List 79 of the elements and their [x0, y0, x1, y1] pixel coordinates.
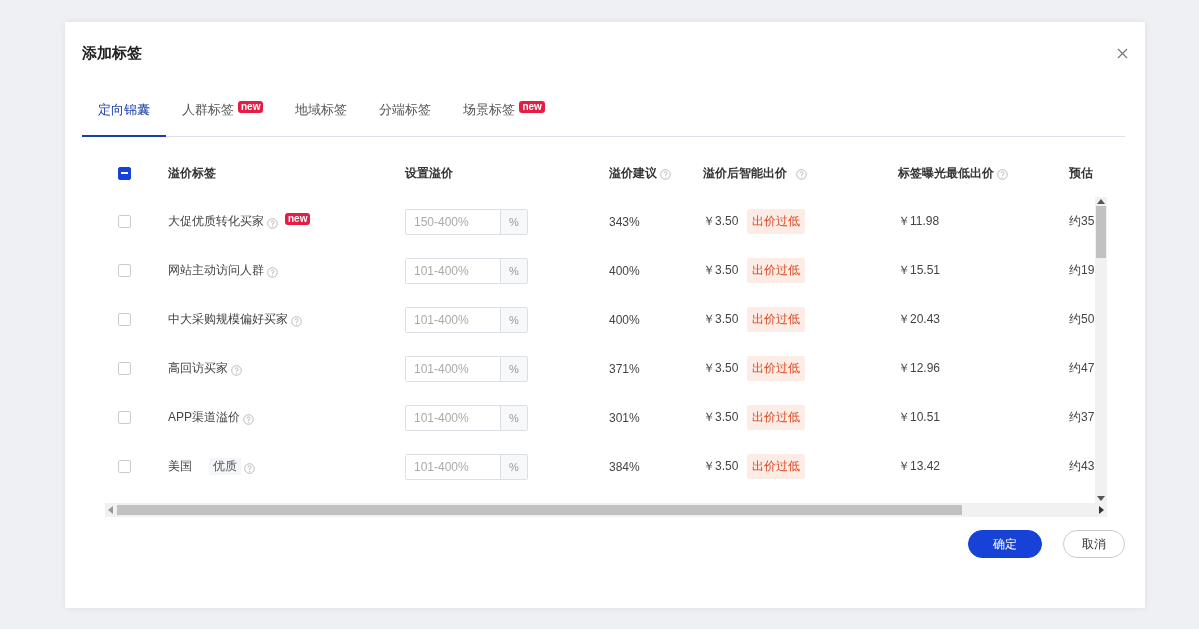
row-checkbox[interactable]: [118, 264, 131, 277]
row-checkbox[interactable]: [118, 362, 131, 375]
smart-bid-value: ￥3.50: [703, 262, 739, 279]
scrollbar-thumb[interactable]: [117, 505, 962, 515]
scroll-up-arrow-icon[interactable]: [1097, 199, 1105, 204]
scroll-left-arrow-icon[interactable]: [108, 506, 113, 514]
select-all-checkbox[interactable]: [118, 166, 131, 180]
smart-bid-value: ￥3.50: [703, 213, 739, 230]
help-icon[interactable]: [997, 169, 1008, 180]
status-tag: 出价过低: [747, 405, 806, 430]
help-icon[interactable]: [244, 462, 255, 474]
tag-name: 高回访买家: [168, 360, 228, 377]
suggestion-value: 400%: [609, 312, 640, 327]
help-icon[interactable]: [243, 413, 254, 425]
smart-bid-value: ￥3.50: [703, 409, 739, 426]
vertical-scrollbar[interactable]: [1095, 197, 1107, 503]
estimate-value: 约43: [1069, 458, 1095, 475]
help-icon[interactable]: [231, 364, 242, 376]
tab[interactable]: 场景标签 new: [447, 84, 561, 137]
tab[interactable]: 人群标签 new: [166, 84, 280, 137]
tag-name: 网站主动访问人群: [168, 262, 264, 279]
estimate-value: 约35: [1069, 213, 1095, 230]
estimate-value: 约37: [1069, 409, 1095, 426]
row-checkbox[interactable]: [118, 460, 131, 473]
scroll-down-arrow-icon[interactable]: [1097, 496, 1105, 501]
tag-name: 中大采购规模偏好买家: [168, 311, 288, 328]
cancel-button[interactable]: 取消: [1063, 530, 1125, 558]
min-bid-value: ￥10.51: [898, 409, 941, 426]
horizontal-scrollbar[interactable]: [105, 503, 1107, 517]
help-icon[interactable]: [267, 217, 278, 229]
column-header: 溢价建议: [609, 164, 657, 182]
column-header: 设置溢价: [405, 164, 453, 182]
close-icon[interactable]: [1117, 47, 1128, 59]
estimate-value: 约47: [1069, 360, 1095, 377]
smart-bid-value: ￥3.50: [703, 360, 739, 377]
min-bid-value: ￥12.96: [898, 360, 941, 377]
column-header: 溢价后智能出价: [703, 164, 787, 182]
smart-bid-value: ￥3.50: [703, 311, 739, 328]
dialog-title: 添加标签: [82, 43, 142, 63]
row-checkbox[interactable]: [118, 215, 131, 228]
help-icon[interactable]: [796, 169, 807, 180]
column-header: 预估: [1069, 164, 1093, 182]
scrollbar-thumb[interactable]: [1096, 206, 1106, 258]
suggestion-value: 301%: [609, 410, 640, 425]
estimate-value: 约19: [1069, 262, 1095, 279]
help-icon[interactable]: [267, 266, 278, 278]
suggestion-value: 371%: [609, 361, 640, 376]
estimate-value: 约50: [1069, 311, 1095, 328]
help-icon[interactable]: [291, 315, 302, 327]
new-badge: new: [519, 100, 545, 113]
tag-name: APP渠道溢价: [168, 409, 240, 426]
min-bid-value: ￥13.42: [898, 458, 941, 475]
column-header: 溢价标签: [168, 164, 216, 182]
tab[interactable]: 分端标签: [363, 84, 448, 137]
min-bid-value: ￥15.51: [898, 262, 941, 279]
status-tag: 出价过低: [747, 356, 806, 381]
status-tag: 出价过低: [747, 209, 806, 234]
status-tag: 出价过低: [747, 454, 806, 479]
new-badge: new: [285, 212, 311, 225]
row-checkbox[interactable]: [118, 313, 131, 326]
suggestion-value: 384%: [609, 459, 640, 474]
smart-bid-value: ￥3.50: [703, 458, 739, 475]
tab[interactable]: 定向锦囊: [82, 84, 166, 137]
confirm-button[interactable]: 确定: [968, 530, 1042, 558]
suggestion-value: 400%: [609, 263, 640, 278]
suggestion-value: 343%: [609, 214, 640, 229]
quality-tag: 优质: [209, 458, 241, 475]
tag-name: 大促优质转化买家: [168, 213, 264, 230]
min-bid-value: ￥20.43: [898, 311, 941, 328]
status-tag: 出价过低: [747, 258, 806, 283]
help-icon[interactable]: [660, 169, 671, 180]
tab[interactable]: 地域标签: [279, 84, 364, 137]
column-header: 标签曝光最低出价: [898, 164, 994, 182]
min-bid-value: ￥11.98: [898, 213, 940, 230]
row-checkbox[interactable]: [118, 411, 131, 424]
new-badge: new: [238, 100, 264, 113]
scroll-right-arrow-icon[interactable]: [1099, 506, 1104, 514]
status-tag: 出价过低: [747, 307, 806, 332]
tag-name: 美国: [168, 458, 192, 475]
